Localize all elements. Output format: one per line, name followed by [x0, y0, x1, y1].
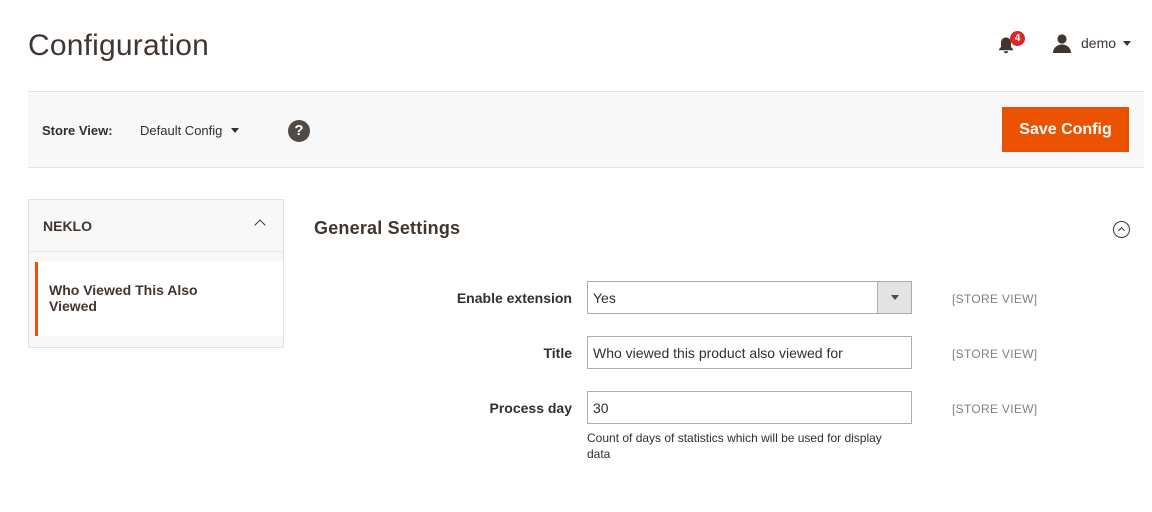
user-icon: [1053, 34, 1071, 53]
collapse-section-icon[interactable]: [1113, 221, 1130, 238]
sidebar-group-neklo[interactable]: NEKLO: [29, 200, 283, 252]
process-day-label: Process day: [489, 400, 573, 416]
chevron-down-icon: [1123, 40, 1132, 46]
process-day-note: Count of days of statistics which will b…: [587, 431, 882, 461]
chevron-up-icon: [254, 219, 266, 231]
process-day-input[interactable]: [587, 391, 912, 424]
save-config-button[interactable]: Save Config: [1002, 107, 1129, 152]
enable-extension-scope: [STORE VIEW]: [952, 292, 1038, 306]
title-scope: [STORE VIEW]: [952, 347, 1038, 361]
user-menu[interactable]: demo: [1052, 33, 1132, 53]
enable-extension-label: Enable extension: [456, 290, 572, 306]
enable-extension-value: Yes: [593, 290, 616, 306]
title-label: Title: [543, 345, 572, 361]
chevron-down-icon: [231, 128, 240, 133]
page-title: Configuration: [28, 29, 210, 62]
question-icon[interactable]: ?: [288, 120, 310, 142]
user-name: demo: [1081, 35, 1117, 51]
store-view-label: Store View:: [42, 123, 113, 138]
store-view-switcher[interactable]: Default Config: [140, 123, 240, 138]
sidebar-item-who-viewed[interactable]: Who Viewed This Also Viewed: [35, 262, 283, 336]
chevron-down-icon: [877, 282, 911, 313]
store-view-selected: Default Config: [140, 123, 223, 138]
notification-count-badge: 4: [1010, 31, 1025, 46]
sidebar-group-label: NEKLO: [43, 218, 92, 234]
enable-extension-select[interactable]: Yes: [587, 281, 912, 314]
sidebar-item-label: Who Viewed This Also Viewed: [49, 282, 198, 314]
process-day-scope: [STORE VIEW]: [952, 402, 1038, 416]
section-title: General Settings: [314, 218, 461, 238]
title-input[interactable]: [587, 336, 912, 369]
notifications-button[interactable]: 4: [997, 31, 1025, 55]
config-sidebar: NEKLO Who Viewed This Also Viewed: [28, 199, 284, 348]
store-view-bar: Store View: Default Config ? Save Config: [28, 91, 1144, 168]
